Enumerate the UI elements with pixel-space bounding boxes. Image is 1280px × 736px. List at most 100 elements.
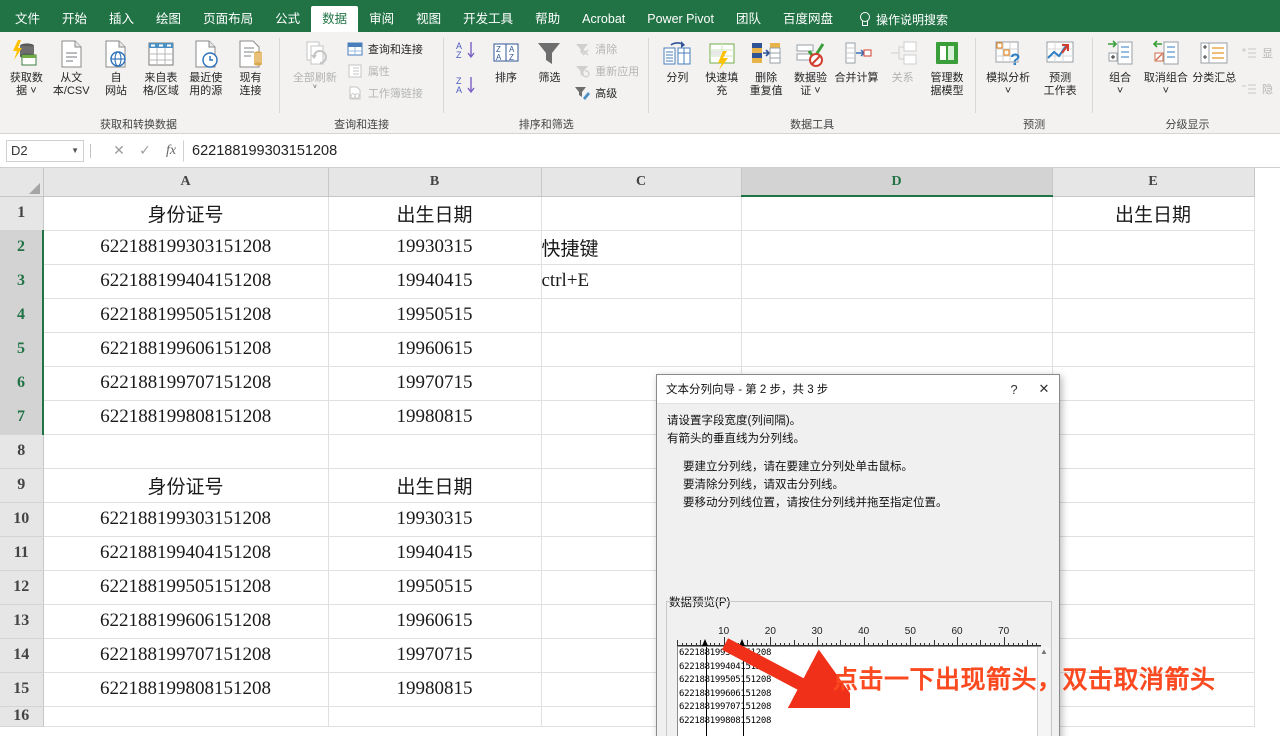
cell-C3[interactable]: ctrl+E <box>541 264 742 299</box>
cell-B3[interactable]: 19940415 <box>328 264 542 299</box>
ungroup-button[interactable]: 取消组合 ˅ <box>1141 36 1190 99</box>
name-box[interactable]: D2 ▼ <box>6 139 84 162</box>
row-header-2[interactable]: 2 <box>0 230 44 265</box>
tell-me-search[interactable]: 操作说明搜索 <box>844 6 948 32</box>
cell-A7[interactable]: 622188199808151208 <box>43 400 329 435</box>
ribbon-tab-8[interactable]: 视图 <box>405 6 452 32</box>
cell-B12[interactable]: 19950515 <box>328 570 542 605</box>
cell-D5[interactable] <box>741 332 1053 367</box>
sort-button[interactable]: Z A A Z 排序 <box>484 36 528 87</box>
row-header-13[interactable]: 13 <box>0 604 44 639</box>
sort-ascending-button[interactable]: A Z <box>456 40 480 65</box>
cell-E2[interactable] <box>1052 230 1255 265</box>
cell-B7[interactable]: 19980815 <box>328 400 542 435</box>
row-header-6[interactable]: 6 <box>0 366 44 401</box>
existing-connections-button[interactable]: 现有 连接 <box>228 36 273 99</box>
cell-E4[interactable] <box>1052 298 1255 333</box>
cell-D1[interactable] <box>741 196 1053 231</box>
cell-A16[interactable] <box>43 706 329 727</box>
from-table-range-button[interactable]: 来自表 格/区域 <box>138 36 183 99</box>
ribbon-tab-14[interactable]: 百度网盘 <box>772 6 844 32</box>
row-header-1[interactable]: 1 <box>0 196 44 231</box>
cell-B15[interactable]: 19980815 <box>328 672 542 707</box>
show-detail-button[interactable]: 显 <box>1238 42 1276 64</box>
remove-duplicates-button[interactable]: 删除 重复值 <box>744 36 788 99</box>
ribbon-tab-7[interactable]: 审阅 <box>358 6 405 32</box>
column-header-D[interactable]: D <box>741 168 1053 197</box>
ribbon-tab-0[interactable]: 文件 <box>4 6 51 32</box>
cell-C5[interactable] <box>541 332 742 367</box>
subtotal-button[interactable]: 分类汇总 <box>1191 36 1239 87</box>
cell-C1[interactable] <box>541 196 742 231</box>
clear-filter-button[interactable]: 清除 <box>571 38 642 60</box>
ribbon-tab-1[interactable]: 开始 <box>51 6 98 32</box>
cell-A2[interactable]: 622188199303151208 <box>43 230 329 265</box>
row-header-16[interactable]: 16 <box>0 706 44 727</box>
column-header-E[interactable]: E <box>1052 168 1255 197</box>
from-web-button[interactable]: 自 网站 <box>94 36 139 99</box>
cell-E7[interactable] <box>1052 400 1255 435</box>
cell-A12[interactable]: 622188199505151208 <box>43 570 329 605</box>
chevron-down-icon[interactable]: ˅ <box>313 84 317 91</box>
relationships-button[interactable]: 关系 <box>880 36 924 87</box>
ribbon-tab-6[interactable]: 数据 <box>311 6 359 32</box>
manage-data-model-button[interactable]: 管理数 据模型 <box>925 36 969 99</box>
cell-B1[interactable]: 出生日期 <box>328 196 542 231</box>
cell-A13[interactable]: 622188199606151208 <box>43 604 329 639</box>
cell-B4[interactable]: 19950515 <box>328 298 542 333</box>
cell-E8[interactable] <box>1052 434 1255 469</box>
cell-B2[interactable]: 19930315 <box>328 230 542 265</box>
cell-B14[interactable]: 19970715 <box>328 638 542 673</box>
ribbon-tab-9[interactable]: 开发工具 <box>452 6 524 32</box>
cell-E1[interactable]: 出生日期 <box>1052 196 1255 231</box>
cell-E12[interactable] <box>1052 570 1255 605</box>
cell-A11[interactable]: 622188199404151208 <box>43 536 329 571</box>
fx-icon[interactable]: fx <box>159 140 183 162</box>
data-validation-button[interactable]: 数据验 证 ˅ <box>788 36 832 99</box>
cell-E5[interactable] <box>1052 332 1255 367</box>
cell-A10[interactable]: 622188199303151208 <box>43 502 329 537</box>
cell-E10[interactable] <box>1052 502 1255 537</box>
cell-B6[interactable]: 19970715 <box>328 366 542 401</box>
formula-input[interactable]: 622188199303151208 <box>183 139 1278 162</box>
cell-D3[interactable] <box>741 264 1053 299</box>
select-all-corner[interactable] <box>0 168 44 197</box>
flash-fill-button[interactable]: 快速填充 <box>700 36 744 99</box>
cell-B13[interactable]: 19960615 <box>328 604 542 639</box>
ribbon-tab-12[interactable]: Power Pivot <box>636 6 725 32</box>
refresh-all-button[interactable]: 全部刷新 ˅ <box>286 36 344 93</box>
row-header-9[interactable]: 9 <box>0 468 44 503</box>
row-header-14[interactable]: 14 <box>0 638 44 673</box>
cell-A5[interactable]: 622188199606151208 <box>43 332 329 367</box>
column-break-line[interactable] <box>706 647 707 736</box>
hide-detail-button[interactable]: 隐 <box>1238 78 1276 100</box>
column-header-A[interactable]: A <box>43 168 329 197</box>
cell-A3[interactable]: 622188199404151208 <box>43 264 329 299</box>
recent-sources-button[interactable]: 最近使 用的源 <box>183 36 228 99</box>
workbook-links-button[interactable]: 工作簿链接 <box>344 82 426 104</box>
row-header-7[interactable]: 7 <box>0 400 44 435</box>
cell-A8[interactable] <box>43 434 329 469</box>
advanced-filter-button[interactable]: 高级 <box>571 82 642 104</box>
cell-A15[interactable]: 622188199808151208 <box>43 672 329 707</box>
cell-B5[interactable]: 19960615 <box>328 332 542 367</box>
cell-E16[interactable] <box>1052 706 1255 727</box>
cell-E6[interactable] <box>1052 366 1255 401</box>
close-icon[interactable]: ✕ <box>1029 375 1059 403</box>
filter-button[interactable]: 筛选 <box>528 36 572 87</box>
cell-A4[interactable]: 622188199505151208 <box>43 298 329 333</box>
get-data-button[interactable]: 获取数 据 ˅ <box>4 36 49 99</box>
row-header-11[interactable]: 11 <box>0 536 44 571</box>
cell-C4[interactable] <box>541 298 742 333</box>
help-icon[interactable]: ? <box>999 375 1029 403</box>
text-to-columns-button[interactable]: 分列 <box>655 36 699 87</box>
cell-B10[interactable]: 19930315 <box>328 502 542 537</box>
column-header-C[interactable]: C <box>541 168 742 197</box>
ribbon-tab-10[interactable]: 帮助 <box>524 6 571 32</box>
cell-A9[interactable]: 身份证号 <box>43 468 329 503</box>
ribbon-tab-4[interactable]: 页面布局 <box>192 6 264 32</box>
cell-A6[interactable]: 622188199707151208 <box>43 366 329 401</box>
cell-E11[interactable] <box>1052 536 1255 571</box>
cell-B11[interactable]: 19940415 <box>328 536 542 571</box>
scroll-up-icon[interactable]: ▲ <box>1040 647 1048 656</box>
